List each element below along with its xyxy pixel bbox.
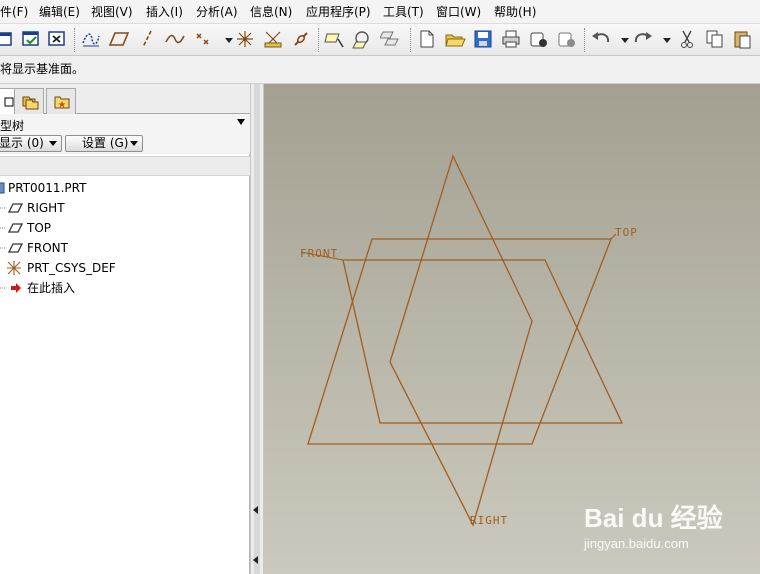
datum-plane-icon (8, 203, 24, 213)
tree-item-label: PRT_CSYS_DEF (27, 261, 116, 275)
top-datum-label: TOP (615, 226, 638, 239)
menu-bar: 件(F) 编辑(E) 视图(V) 插入(I) 分析(A) 信息(N) 应用程序(… (0, 0, 760, 24)
message-text: 将显示基准面。 (0, 62, 85, 76)
tree-column-header (0, 156, 250, 176)
menu-analysis[interactable]: 分析(A) (196, 4, 238, 20)
menu-applications[interactable]: 应用程序(P) (306, 4, 371, 20)
navigator-tabs (0, 84, 250, 115)
window-activate-icon[interactable] (20, 28, 42, 50)
right-datum-label: RIGHT (470, 514, 509, 527)
graphics-window[interactable]: FRONT TOP RIGHT Bai du 经验 jingyan.baidu.… (264, 84, 760, 574)
datum-curve-icon[interactable] (164, 28, 186, 50)
tree-item-label: 在此插入 (27, 281, 76, 295)
redo-icon[interactable] (632, 28, 654, 50)
link-icon[interactable] (290, 28, 312, 50)
redo-dropdown-icon[interactable] (656, 28, 671, 50)
new-file-icon[interactable] (416, 28, 438, 50)
toolbar (0, 24, 760, 56)
email-icon[interactable] (528, 28, 550, 50)
watermark-logo: Bai du 经验 (584, 503, 723, 533)
tree-item-csys[interactable]: PRT_CSYS_DEF (0, 258, 250, 278)
save-icon[interactable] (472, 28, 494, 50)
tree-item-label: FRONT (27, 241, 68, 255)
settings-dropdown-label: 设置 (G) (82, 136, 129, 150)
panel-splitter[interactable] (250, 84, 264, 574)
toolbar-separator (74, 28, 75, 52)
cut-icon[interactable] (676, 28, 698, 50)
navigator-panel: 型树 显示 (0) 设置 (G) PRT0011.PRT RIGHT TOP F… (0, 84, 250, 574)
open-file-icon[interactable] (444, 28, 466, 50)
tree-item-front[interactable]: FRONT (0, 238, 250, 258)
message-bar: 将显示基准面。 (0, 56, 760, 84)
part-icon (0, 182, 5, 194)
email-link-icon[interactable] (556, 28, 578, 50)
tree-item-insert-here[interactable]: 在此插入 (0, 278, 250, 298)
coordinate-system-icon[interactable] (234, 28, 256, 50)
datum-axis-icon[interactable] (136, 28, 158, 50)
copy-icon[interactable] (704, 28, 726, 50)
top-datum-plane[interactable] (307, 238, 612, 445)
regenerate-icon[interactable] (0, 28, 16, 50)
repaint-icon[interactable] (352, 28, 374, 50)
tree-item-top[interactable]: TOP (0, 218, 250, 238)
insert-here-arrow-icon (11, 283, 21, 293)
sketch-curve-icon[interactable] (80, 28, 102, 50)
sketch-tool-icon[interactable] (324, 28, 346, 50)
chevron-down-icon (130, 141, 138, 146)
undo-icon[interactable] (590, 28, 612, 50)
analysis-icon[interactable] (262, 28, 284, 50)
favorites-tab-icon[interactable] (46, 88, 76, 114)
tree-item-part[interactable]: PRT0011.PRT (0, 178, 250, 198)
show-dropdown-label: 显示 (0) (0, 136, 44, 150)
menu-tools[interactable]: 工具(T) (383, 4, 424, 20)
datum-plane-icon (8, 243, 24, 253)
menu-insert[interactable]: 插入(I) (146, 4, 183, 20)
baidu-watermark: Bai du 经验 jingyan.baidu.com (580, 492, 760, 562)
watermark-url: jingyan.baidu.com (584, 536, 689, 551)
tree-item-label: PRT0011.PRT (8, 181, 87, 195)
model-tree-button-row: 显示 (0) 设置 (G) (0, 134, 250, 154)
model-tree-header: 型树 (0, 114, 250, 134)
paste-icon[interactable] (732, 28, 754, 50)
menu-window[interactable]: 窗口(W) (436, 4, 481, 20)
menu-file[interactable]: 件(F) (0, 4, 28, 20)
tree-item-right[interactable]: RIGHT (0, 198, 250, 218)
menu-info[interactable]: 信息(N) (250, 4, 292, 20)
splitter-bar[interactable] (254, 84, 260, 574)
front-datum-label: FRONT (300, 247, 339, 260)
undo-dropdown-icon[interactable] (614, 28, 629, 50)
toolbar-separator (318, 28, 319, 52)
front-datum-plane[interactable] (342, 259, 624, 424)
tree-item-label: TOP (27, 221, 52, 235)
show-dropdown-button[interactable]: 显示 (0) (0, 135, 62, 152)
collapse-left-icon[interactable] (253, 556, 258, 564)
coordinate-system-icon (7, 261, 21, 275)
panel-menu-chevron-down-icon[interactable] (237, 119, 245, 125)
chevron-down-icon (49, 141, 57, 146)
toolbar-separator (410, 28, 411, 52)
datum-plane-icon[interactable] (108, 28, 130, 50)
menu-view[interactable]: 视图(V) (91, 4, 133, 20)
toolbar-separator (584, 28, 585, 52)
datum-point-icon[interactable] (192, 28, 214, 50)
model-tree-title: 型树 (0, 119, 25, 133)
menu-edit[interactable]: 编辑(E) (39, 4, 80, 20)
orient-icon[interactable] (380, 28, 402, 50)
collapse-left-icon[interactable] (253, 506, 258, 514)
settings-dropdown-button[interactable]: 设置 (G) (65, 135, 143, 152)
datum-plane-icon (8, 223, 24, 233)
datum-point-dropdown-icon[interactable] (218, 28, 233, 50)
layers-tab-icon[interactable] (14, 88, 44, 114)
menu-help[interactable]: 帮助(H) (494, 4, 536, 20)
close-window-icon[interactable] (46, 28, 68, 50)
tree-item-label: RIGHT (27, 201, 65, 215)
right-datum-plane[interactable] (389, 154, 533, 527)
print-icon[interactable] (500, 28, 522, 50)
